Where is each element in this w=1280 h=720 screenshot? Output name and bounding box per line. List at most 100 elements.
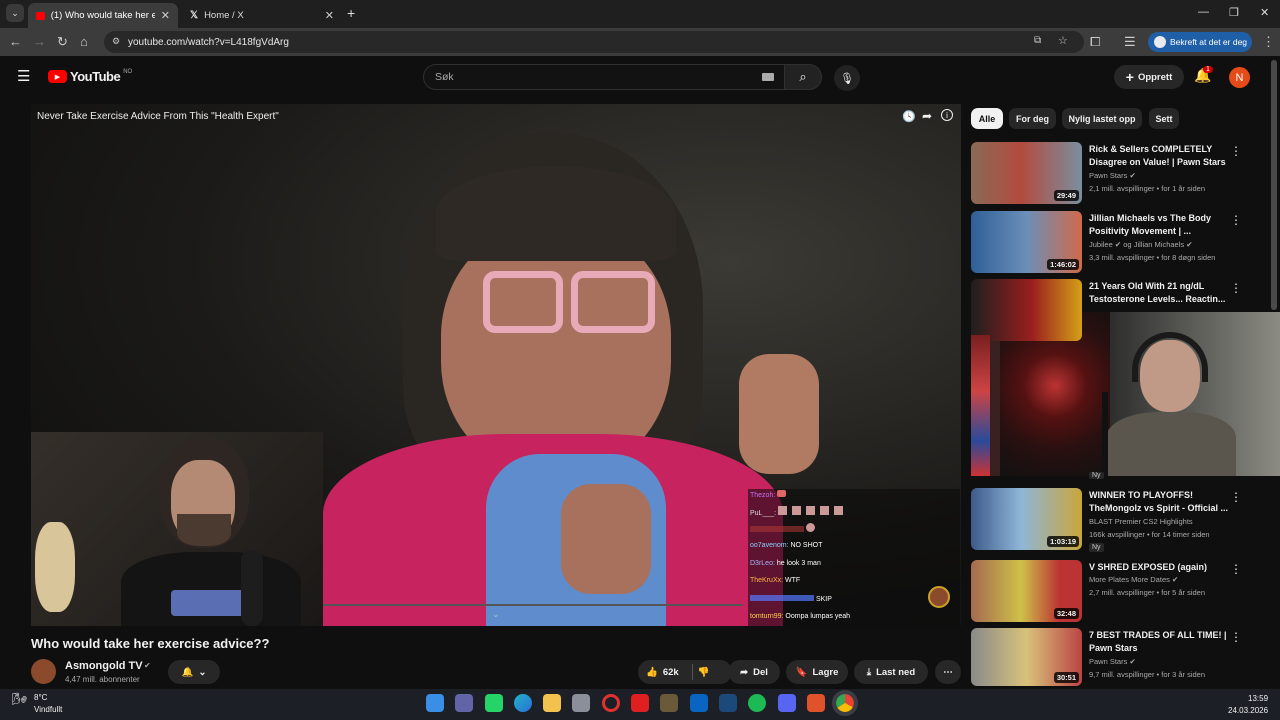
like-button[interactable]: 👍 62k 👎: [638, 660, 732, 684]
reading-list-icon[interactable]: ☰: [1124, 34, 1136, 50]
site-info-icon[interactable]: ⚙: [112, 36, 120, 47]
video-thumbnail[interactable]: 30:51: [971, 628, 1082, 686]
channel-name[interactable]: Asmongold TV: [65, 660, 143, 672]
chip-for-deg[interactable]: For deg: [1009, 108, 1056, 129]
partially-hidden-thumbnail[interactable]: [971, 335, 990, 476]
recommendation-title[interactable]: WINNER TO PLAYOFFS! TheMongolz vs Spirit…: [1089, 489, 1229, 515]
install-app-icon[interactable]: ⧉: [1034, 35, 1041, 46]
bookmark-star-icon[interactable]: ☆: [1058, 34, 1068, 47]
account-avatar[interactable]: N: [1229, 67, 1250, 88]
discord-icon[interactable]: [778, 694, 796, 712]
progress-bar[interactable]: [323, 604, 743, 606]
sidebar-scrollbar[interactable]: [1271, 60, 1277, 310]
window-close-icon[interactable]: ✕: [1260, 6, 1269, 19]
tab-x[interactable]: 𝕏 Home / X ✕: [182, 3, 342, 28]
info-icon[interactable]: i: [941, 109, 953, 121]
opera-icon[interactable]: [602, 694, 620, 712]
video-thumbnail[interactable]: 1:46:02: [971, 211, 1082, 273]
share-button[interactable]: ➦ Del: [728, 660, 780, 684]
clock-time[interactable]: 13:59: [1248, 694, 1268, 703]
watch-later-icon[interactable]: 🕓: [902, 110, 916, 123]
youtube-app-icon[interactable]: [631, 694, 649, 712]
more-options-icon[interactable]: ⋮: [1230, 281, 1242, 295]
chip-sett[interactable]: Sett: [1149, 108, 1179, 129]
search-input[interactable]: Søk: [423, 64, 785, 90]
duration-badge: 32:48: [1053, 608, 1079, 619]
url-bar[interactable]: ⚙ youtube.com/watch?v=L418fgVdArg ⧉ ☆: [104, 31, 1084, 53]
recommendation-item[interactable]: 32:48 V SHRED EXPOSED (again) More Plate…: [971, 560, 1271, 624]
new-tab-icon[interactable]: +: [347, 5, 355, 21]
recommendation-item[interactable]: 1:46:02 Jillian Michaels vs The Body Pos…: [971, 211, 1271, 275]
spotify-icon[interactable]: [748, 694, 766, 712]
expand-chevron-icon[interactable]: ⌄: [492, 609, 500, 620]
download-button[interactable]: ⤓ Last ned: [854, 660, 928, 684]
recommendation-channel[interactable]: Pawn Stars ✔: [1089, 171, 1136, 180]
channel-avatar[interactable]: [31, 659, 56, 684]
weather-icon[interactable]: 🌬: [12, 692, 27, 706]
video-thumbnail[interactable]: 32:48: [971, 560, 1082, 622]
tab-youtube[interactable]: (1) Who would take her exercis ✕: [28, 3, 178, 28]
restore-icon[interactable]: ❐: [1229, 6, 1239, 19]
recommendation-channel[interactable]: Jubilee ✔ og Jillian Michaels ✔: [1089, 240, 1193, 249]
recommendation-title[interactable]: V SHRED EXPOSED (again): [1089, 561, 1229, 574]
extensions-icon[interactable]: ⧠: [1090, 34, 1100, 50]
start-icon[interactable]: [426, 694, 444, 712]
recommendation-item[interactable]: 1:03:19 WINNER TO PLAYOFFS! TheMongolz v…: [971, 488, 1271, 552]
chrome-icon[interactable]: [832, 690, 858, 716]
recommendation-item[interactable]: 30:51 7 BEST TRADES OF ALL TIME! | Pawn …: [971, 628, 1271, 692]
whatsapp-icon[interactable]: [485, 694, 503, 712]
youtube-logo[interactable]: ▶ YouTube NO: [48, 69, 132, 84]
recommendation-channel[interactable]: Pawn Stars ✔: [1089, 657, 1136, 666]
weather-temp[interactable]: 8°C: [34, 693, 47, 702]
recommendation-title[interactable]: 21 Years Old With 21 ng/dL Testosterone …: [1089, 280, 1229, 306]
recommendation-item[interactable]: 21 Years Old With 21 ng/dL Testosterone …: [971, 279, 1271, 343]
voice-search-button[interactable]: 🎙: [834, 65, 860, 91]
recommendation-title[interactable]: 7 BEST TRADES OF ALL TIME! | Pawn Stars: [1089, 629, 1229, 655]
more-options-icon[interactable]: ⋮: [1230, 490, 1242, 504]
tab-list-chevron-icon[interactable]: ⌄: [6, 4, 24, 22]
edge-icon[interactable]: [514, 694, 532, 712]
media-app-icon[interactable]: [660, 694, 678, 712]
recommendation-channel[interactable]: More Plates More Dates ✔: [1089, 575, 1178, 584]
video-thumbnail[interactable]: 1:03:19: [971, 488, 1082, 550]
weather-desc[interactable]: Vindfullt: [34, 705, 62, 714]
streamer-webcam-overlay: [31, 432, 323, 626]
close-tab-icon[interactable]: ✕: [161, 9, 170, 22]
subscribed-button[interactable]: 🔔 ⌄: [168, 660, 220, 684]
more-options-icon[interactable]: ⋮: [1230, 144, 1242, 158]
browser-menu-icon[interactable]: ⋮: [1262, 34, 1275, 50]
share-arrow-icon[interactable]: ➦: [922, 109, 932, 123]
hamburger-menu-icon[interactable]: ☰: [17, 67, 30, 85]
back-icon[interactable]: ←: [9, 34, 22, 49]
recommendation-title[interactable]: Rick & Sellers COMPLETELY Disagree on Va…: [1089, 143, 1229, 169]
create-button[interactable]: + Opprett: [1114, 65, 1184, 89]
forward-icon[interactable]: →: [33, 34, 46, 49]
minimize-icon[interactable]: —: [1198, 6, 1209, 18]
reload-icon[interactable]: ↻: [57, 34, 68, 50]
close-tab-icon[interactable]: ✕: [325, 9, 334, 22]
more-options-icon[interactable]: ⋮: [1230, 562, 1242, 576]
more-actions-button[interactable]: ⋯: [935, 660, 961, 684]
home-icon[interactable]: ⌂: [80, 34, 88, 49]
brave-icon[interactable]: [807, 694, 825, 712]
thumbs-down-icon[interactable]: 👎: [698, 667, 710, 678]
video-thumbnail[interactable]: [971, 279, 1082, 341]
recommendation-channel[interactable]: BLAST Premier CS2 Highlights: [1089, 517, 1193, 526]
steam-icon[interactable]: [719, 694, 737, 712]
more-options-icon[interactable]: ⋮: [1230, 213, 1242, 227]
keyboard-icon[interactable]: [762, 73, 774, 81]
profile-verify-button[interactable]: Bekreft at det er deg: [1148, 32, 1252, 52]
video-thumbnail[interactable]: 29:49: [971, 142, 1082, 204]
more-options-icon[interactable]: ⋮: [1230, 630, 1242, 644]
clock-date[interactable]: 24.03.2026: [1228, 706, 1268, 715]
search-button[interactable]: ⌕: [784, 64, 822, 90]
save-button[interactable]: 🔖 Lagre: [786, 660, 848, 684]
recommendation-title[interactable]: Jillian Michaels vs The Body Positivity …: [1089, 212, 1229, 238]
chip-nylig-lastet-opp[interactable]: Nylig lastet opp: [1062, 108, 1142, 129]
outlook-icon[interactable]: [690, 694, 708, 712]
teams-icon[interactable]: [455, 694, 473, 712]
file-explorer-icon[interactable]: [543, 694, 561, 712]
chip-alle[interactable]: Alle: [971, 108, 1003, 129]
store-icon[interactable]: [572, 694, 590, 712]
recommendation-item[interactable]: 29:49 Rick & Sellers COMPLETELY Disagree…: [971, 142, 1271, 206]
